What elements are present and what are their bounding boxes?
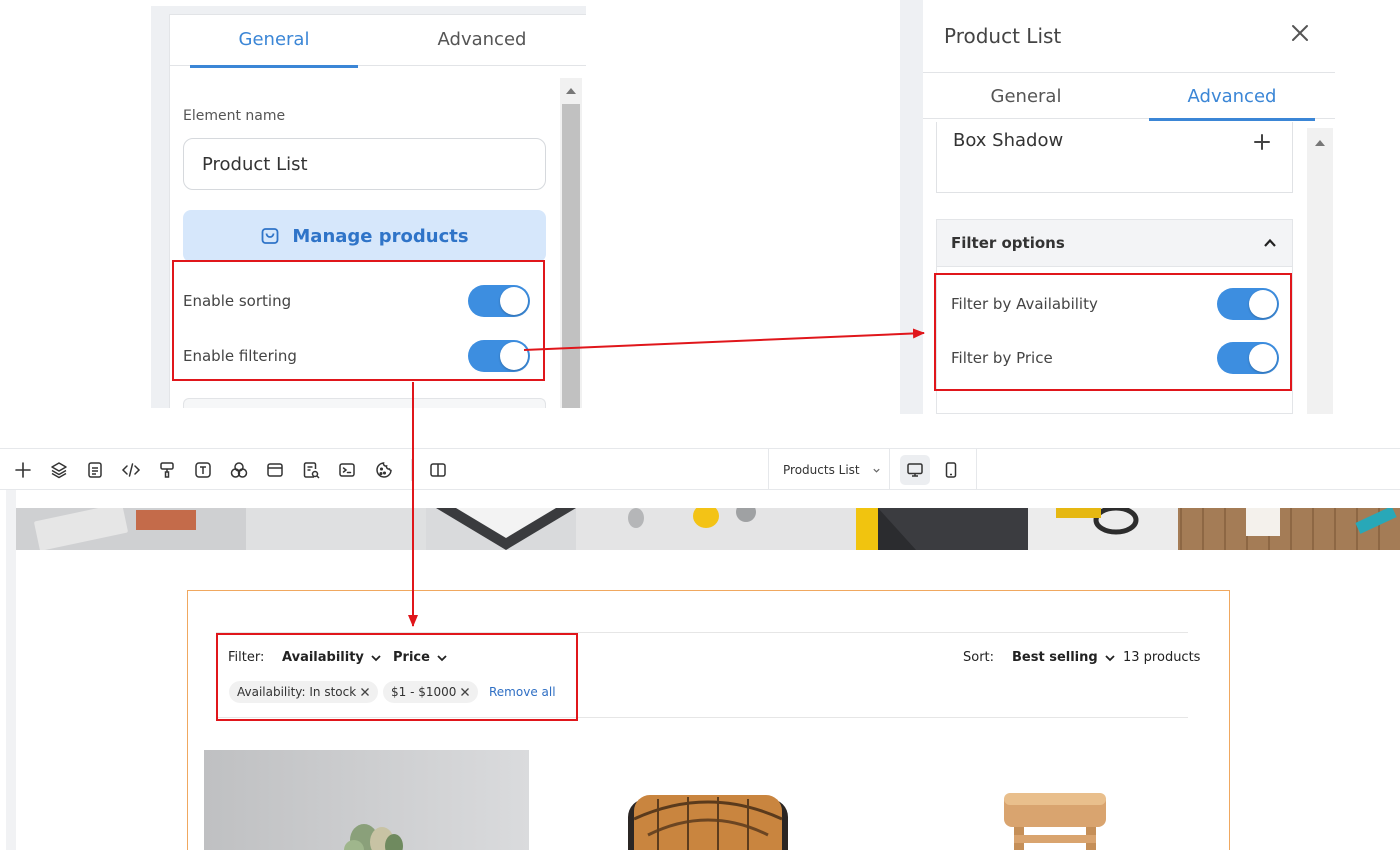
bag-icon bbox=[261, 228, 279, 244]
right-tab-advanced[interactable]: Advanced bbox=[1149, 73, 1315, 121]
panel-title: Product List bbox=[944, 24, 1062, 48]
left-scrollbar[interactable] bbox=[560, 78, 582, 408]
manage-products-button[interactable]: Manage products bbox=[183, 210, 546, 262]
right-toggles-highlight bbox=[934, 273, 1292, 391]
terminal-icon[interactable] bbox=[337, 460, 357, 480]
add-icon[interactable] bbox=[13, 460, 33, 480]
sort-label: Sort: bbox=[963, 650, 995, 665]
left-tab-general[interactable]: General bbox=[190, 15, 358, 68]
hero-banner-image bbox=[16, 508, 1400, 550]
toolbar-divider bbox=[976, 449, 977, 491]
code-icon[interactable] bbox=[121, 460, 141, 480]
shapes-icon[interactable] bbox=[229, 460, 249, 480]
product-image-plant[interactable] bbox=[204, 750, 529, 850]
desktop-view-button[interactable] bbox=[900, 455, 930, 485]
left-scroll-thumb[interactable] bbox=[562, 104, 580, 408]
box-shadow-label: Box Shadow bbox=[953, 130, 1064, 151]
desktop-icon bbox=[907, 463, 923, 477]
storefront-page: Filter: Availability Price Sort: Best se… bbox=[16, 490, 1400, 850]
editor-canvas: Filter: Availability Price Sort: Best se… bbox=[6, 490, 1400, 850]
box-shadow-card: Box Shadow bbox=[936, 122, 1293, 193]
filter-bar-highlight bbox=[216, 633, 578, 721]
page-icon[interactable] bbox=[85, 460, 105, 480]
left-tab-advanced[interactable]: Advanced bbox=[398, 15, 566, 67]
screenshot-root: General Advanced Element name Product Li… bbox=[0, 0, 1400, 850]
split-view-icon[interactable] bbox=[428, 460, 448, 480]
text-icon[interactable] bbox=[193, 460, 213, 480]
product-image-chair[interactable] bbox=[1000, 791, 1110, 850]
section-icon[interactable] bbox=[265, 460, 285, 480]
chevron-down-icon bbox=[872, 468, 880, 473]
element-name-label: Element name bbox=[183, 108, 286, 124]
element-name-value: Product List bbox=[202, 153, 308, 175]
form-search-icon[interactable] bbox=[301, 460, 321, 480]
filter-options-header[interactable]: Filter options bbox=[936, 219, 1293, 267]
right-tab-general[interactable]: General bbox=[943, 73, 1109, 120]
filter-options-title: Filter options bbox=[951, 234, 1065, 252]
left-tab-bar: General Advanced bbox=[170, 14, 586, 68]
sort-dropdown[interactable]: Best selling bbox=[1012, 650, 1116, 665]
manage-products-label: Manage products bbox=[292, 225, 469, 247]
page-select-label: Products List bbox=[783, 463, 860, 477]
chevron-down-icon bbox=[1105, 654, 1115, 661]
paint-roller-icon[interactable] bbox=[157, 460, 177, 480]
next-section-card bbox=[183, 398, 546, 408]
element-name-input[interactable]: Product List bbox=[183, 138, 546, 190]
close-icon[interactable] bbox=[1289, 22, 1311, 44]
toolbar-divider bbox=[411, 459, 412, 481]
banner-art bbox=[16, 508, 1400, 550]
chevron-up-icon bbox=[1264, 238, 1276, 247]
mobile-view-button[interactable] bbox=[936, 455, 966, 485]
product-count: 13 products bbox=[1123, 650, 1201, 665]
left-toggles-highlight bbox=[172, 260, 545, 381]
product-image-belt[interactable] bbox=[618, 779, 808, 850]
sort-value: Best selling bbox=[1012, 650, 1098, 665]
mobile-icon bbox=[945, 462, 957, 478]
cookie-icon[interactable] bbox=[374, 460, 394, 480]
scroll-up-arrow-icon[interactable] bbox=[1315, 140, 1325, 146]
right-tab-bar: General Advanced bbox=[923, 72, 1335, 121]
right-scrollbar[interactable] bbox=[1307, 128, 1333, 414]
scroll-up-arrow-icon[interactable] bbox=[566, 88, 576, 94]
plus-icon[interactable] bbox=[1253, 133, 1271, 151]
page-select-dropdown[interactable]: Products List bbox=[768, 449, 890, 491]
editor-toolbar: Products List bbox=[0, 448, 1400, 491]
layers-icon[interactable] bbox=[49, 460, 69, 480]
